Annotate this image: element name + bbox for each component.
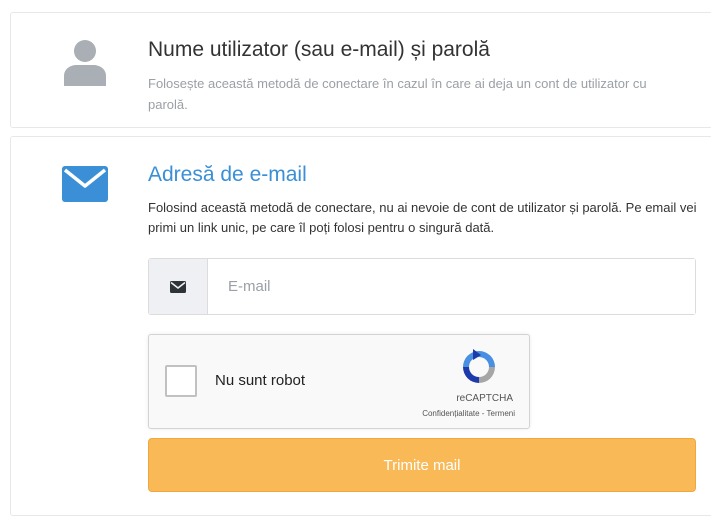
password-option-description: Folosește această metodă de conectare în… — [148, 76, 647, 112]
password-option-title[interactable]: Nume utilizator (sau e-mail) și parolă — [148, 38, 490, 62]
email-option-title: Adresă de e-mail — [148, 163, 307, 186]
recaptcha-logo-icon — [463, 349, 495, 383]
envelope-icon — [62, 166, 108, 202]
recaptcha-checkbox[interactable] — [165, 365, 197, 397]
email-input[interactable] — [208, 259, 695, 314]
email-input-group — [148, 258, 696, 315]
user-icon — [64, 40, 106, 86]
email-addon — [149, 259, 208, 314]
email-option-description: Folosind această metodă de conectare, nu… — [148, 200, 697, 235]
send-mail-button[interactable]: Trimite mail — [148, 438, 696, 492]
recaptcha-brand: reCAPTCHA — [456, 393, 513, 404]
envelope-icon — [170, 280, 186, 293]
recaptcha-label: Nu sunt robot — [215, 372, 306, 389]
recaptcha-links[interactable]: Confidențialitate - Termeni — [422, 409, 515, 418]
recaptcha-widget: Nu sunt robot reCAPTCHA Confidențialitat… — [148, 334, 530, 429]
